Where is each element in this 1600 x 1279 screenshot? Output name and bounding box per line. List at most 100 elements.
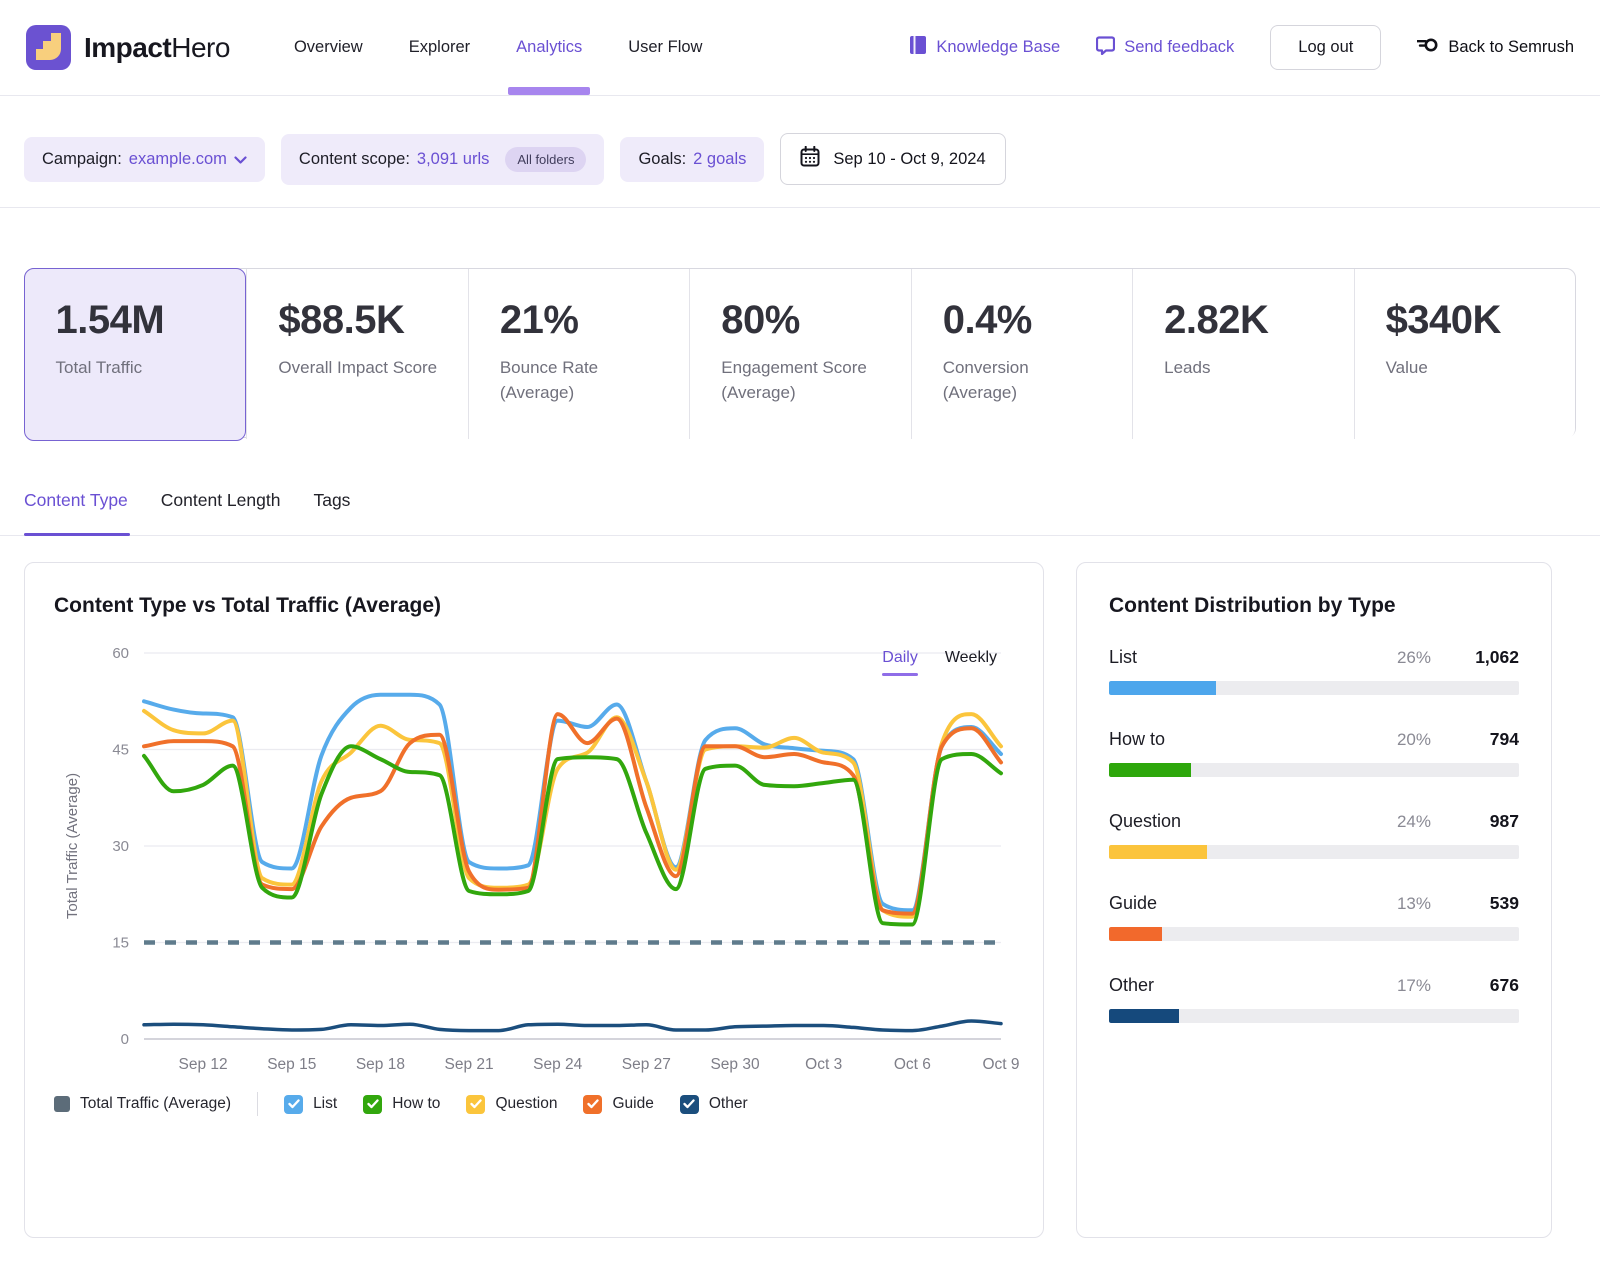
distribution-label: Question <box>1109 811 1361 832</box>
tab-tags[interactable]: Tags <box>313 481 350 535</box>
kpi-value[interactable]: $340K Value <box>1354 269 1575 439</box>
date-range-picker[interactable]: Sep 10 - Oct 9, 2024 <box>780 133 1005 185</box>
kpi-value: 1.54M <box>56 298 230 343</box>
back-to-semrush-link[interactable]: Back to Semrush <box>1417 36 1574 59</box>
date-range-value: Sep 10 - Oct 9, 2024 <box>833 150 985 169</box>
distribution-percent: 17% <box>1361 976 1431 996</box>
kpi-value: 21% <box>500 298 673 343</box>
header-actions: Knowledge Base Send feedback Log out Bac… <box>909 25 1574 70</box>
campaign-selector[interactable]: Campaign: example.com <box>24 137 265 182</box>
distribution-bar-track <box>1109 763 1519 777</box>
nav-item-overview[interactable]: Overview <box>294 0 363 95</box>
svg-text:Sep 18: Sep 18 <box>356 1056 405 1073</box>
content-scope-selector[interactable]: Content scope: 3,091 urls All folders <box>281 134 605 185</box>
traffic-line-chart: 015304560Total Traffic (Average)Sep 12Se… <box>25 626 1045 1086</box>
checkbox-checked-icon <box>680 1095 699 1114</box>
back-to-semrush-label: Back to Semrush <box>1448 38 1574 57</box>
campaign-value: example.com <box>129 150 227 169</box>
goals-label: Goals: <box>638 150 686 169</box>
kpi-engagement-score[interactable]: 80% Engagement Score (Average) <box>689 269 910 439</box>
toggle-daily[interactable]: Daily <box>882 649 918 676</box>
distribution-bar-fill <box>1109 845 1207 859</box>
knowledge-base-link[interactable]: Knowledge Base <box>909 35 1060 60</box>
kpi-overall-impact-score[interactable]: $88.5K Overall Impact Score <box>246 269 467 439</box>
svg-text:Sep 12: Sep 12 <box>179 1056 228 1073</box>
svg-text:45: 45 <box>112 742 129 759</box>
tab-content-length[interactable]: Content Length <box>161 481 281 535</box>
distribution-label: How to <box>1109 729 1361 750</box>
distribution-bar-track <box>1109 681 1519 695</box>
distribution-percent: 26% <box>1361 648 1431 668</box>
distribution-percent: 20% <box>1361 730 1431 750</box>
main-content: Content Type vs Total Traffic (Average) … <box>24 562 1576 1238</box>
log-out-button[interactable]: Log out <box>1270 25 1381 70</box>
distribution-bar-track <box>1109 927 1519 941</box>
kpi-summary-row: 1.54M Total Traffic $88.5K Overall Impac… <box>24 268 1576 438</box>
toggle-weekly[interactable]: Weekly <box>945 649 997 676</box>
tab-content-type[interactable]: Content Type <box>24 481 128 535</box>
impacthero-logo[interactable]: ImpactHero <box>26 25 230 70</box>
calendar-icon <box>800 146 820 172</box>
kpi-value: $88.5K <box>278 298 451 343</box>
kpi-label: Overall Impact Score <box>278 356 443 381</box>
all-folders-badge: All folders <box>505 147 586 172</box>
nav-item-explorer[interactable]: Explorer <box>409 0 470 95</box>
distribution-value: 676 <box>1431 975 1519 996</box>
distribution-bar-track <box>1109 1009 1519 1023</box>
legend-checkbox-question[interactable]: Question <box>466 1095 557 1114</box>
svg-text:30: 30 <box>112 838 129 855</box>
main-nav: Overview Explorer Analytics User Flow <box>294 0 703 95</box>
checkbox-checked-icon <box>466 1095 485 1114</box>
distribution-row-how-to: How to 20% 794 <box>1109 729 1519 777</box>
legend-checkbox-how-to[interactable]: How to <box>363 1095 440 1114</box>
filter-bar: Campaign: example.com Content scope: 3,0… <box>0 96 1600 208</box>
kpi-leads[interactable]: 2.82K Leads <box>1132 269 1353 439</box>
distribution-value: 1,062 <box>1431 647 1519 668</box>
checkbox-checked-icon <box>583 1095 602 1114</box>
impacthero-logo-text: ImpactHero <box>84 32 230 64</box>
goals-value: 2 goals <box>693 150 746 169</box>
distribution-value: 794 <box>1431 729 1519 750</box>
send-feedback-link[interactable]: Send feedback <box>1096 36 1234 60</box>
kpi-value: 2.82K <box>1164 298 1337 343</box>
svg-text:Total Traffic (Average): Total Traffic (Average) <box>64 773 81 919</box>
distribution-bar-fill <box>1109 927 1162 941</box>
kpi-total-traffic[interactable]: 1.54M Total Traffic <box>24 268 247 441</box>
kpi-value: 80% <box>721 298 894 343</box>
kpi-value: $340K <box>1386 298 1559 343</box>
legend-label: Total Traffic (Average) <box>80 1095 231 1113</box>
svg-text:Sep 24: Sep 24 <box>533 1056 583 1073</box>
legend-checkbox-guide[interactable]: Guide <box>583 1095 653 1114</box>
book-icon <box>909 35 927 60</box>
chart-title: Content Type vs Total Traffic (Average) <box>54 594 1043 618</box>
kpi-label: Bounce Rate (Average) <box>500 356 665 405</box>
kpi-bounce-rate[interactable]: 21% Bounce Rate (Average) <box>468 269 689 439</box>
legend-total-traffic: Total Traffic (Average) <box>54 1095 231 1113</box>
checkbox-checked-icon <box>363 1095 382 1114</box>
legend-checkbox-list[interactable]: List <box>284 1095 337 1114</box>
distribution-bar-track <box>1109 845 1519 859</box>
svg-text:60: 60 <box>112 645 129 662</box>
legend-label: Question <box>495 1095 557 1113</box>
campaign-label: Campaign: <box>42 150 122 169</box>
content-scope-label: Content scope: <box>299 150 410 169</box>
legend-checkbox-other[interactable]: Other <box>680 1095 748 1114</box>
kpi-label: Value <box>1386 356 1551 381</box>
distribution-row-other: Other 17% 676 <box>1109 975 1519 1023</box>
distribution-row-list: List 26% 1,062 <box>1109 647 1519 695</box>
svg-text:Sep 15: Sep 15 <box>267 1056 316 1073</box>
chevron-down-icon <box>234 150 247 169</box>
distribution-label: Other <box>1109 975 1361 996</box>
distribution-value: 539 <box>1431 893 1519 914</box>
knowledge-base-label: Knowledge Base <box>936 38 1060 57</box>
nav-item-user-flow[interactable]: User Flow <box>628 0 702 95</box>
semrush-icon <box>1417 36 1439 59</box>
legend-label: Guide <box>612 1095 653 1113</box>
nav-item-analytics[interactable]: Analytics <box>516 0 582 95</box>
kpi-label: Total Traffic <box>56 356 221 381</box>
goals-selector[interactable]: Goals: 2 goals <box>620 137 764 182</box>
kpi-conversion[interactable]: 0.4% Conversion (Average) <box>911 269 1132 439</box>
svg-text:Sep 30: Sep 30 <box>710 1056 760 1073</box>
content-type-chart-panel: Content Type vs Total Traffic (Average) … <box>24 562 1044 1238</box>
send-feedback-label: Send feedback <box>1124 38 1234 57</box>
